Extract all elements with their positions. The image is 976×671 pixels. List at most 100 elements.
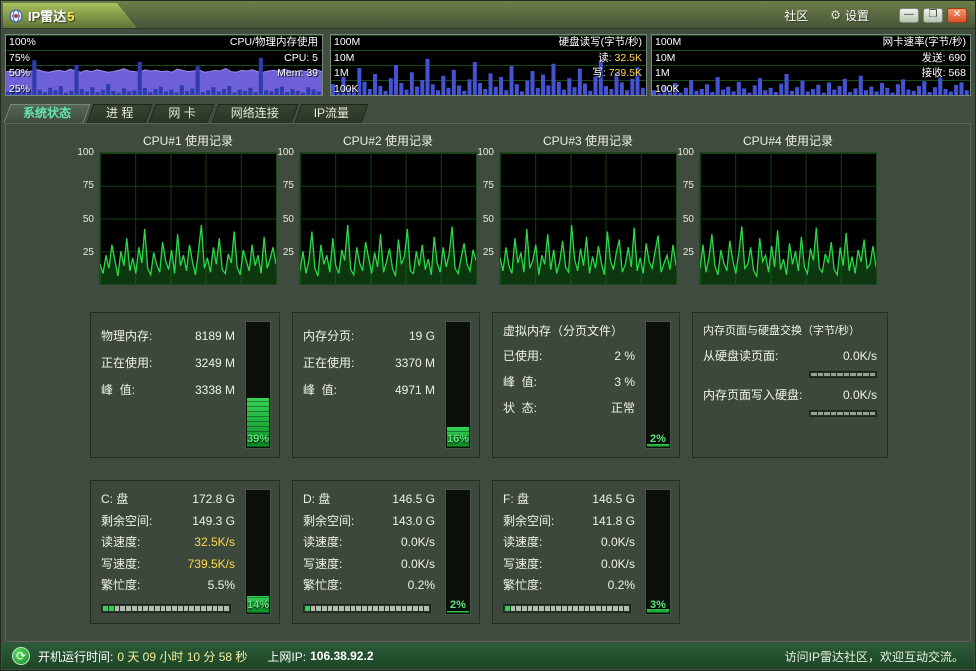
- stat-row: 读速度:0.0K/s: [303, 532, 435, 554]
- uptime-label: 开机运行时间:: [38, 648, 113, 665]
- chart-title: CPU#4 使用记录: [699, 132, 877, 149]
- stat-row: 峰 值:3 %: [503, 369, 635, 395]
- mem-usage-value: Mem: 39: [277, 66, 318, 82]
- disk-f-panel: F: 盘146.5 G 剩余空间:141.8 G 读速度:0.0K/s 写速度:…: [492, 480, 680, 624]
- titlebar-actions: 社区 ⚙ 设置 — ❐ ✕: [784, 1, 967, 29]
- ip-value: 106.38.92.2: [310, 649, 373, 663]
- disk-graph-title: 硬盘读写(字节/秒): [559, 35, 642, 51]
- disk-io-graph: 100M 10M 1M 100K 硬盘读写(字节/秒) 读: 32.5K 写: …: [330, 34, 647, 96]
- physical-memory-panel: 物理内存:8189 M 正在使用:3249 M 峰 值:3338 M 39%: [90, 312, 280, 458]
- stat-row: 已使用:2 %: [503, 343, 635, 369]
- cpu2-history-chart: CPU#2 使用记录 100755025: [277, 130, 479, 292]
- stat-row: F: 盘146.5 G: [503, 489, 635, 511]
- disk-c-busy-meter: [101, 604, 231, 613]
- net-graph-values: 网卡速率(字节/秒) 发送: 690 接收: 568: [883, 35, 966, 82]
- tab-processes[interactable]: 进 程: [90, 104, 149, 123]
- chart-title: CPU#3 使用记录: [499, 132, 677, 149]
- disk-d-busy-meter: [303, 604, 431, 613]
- physical-memory-gauge: 39%: [245, 321, 271, 449]
- stat-row: 繁忙度:0.2%: [503, 575, 635, 597]
- app-title: IP雷达5: [28, 6, 75, 25]
- settings-button[interactable]: ⚙ 设置: [830, 7, 869, 24]
- stat-row: 正在使用:3249 M: [101, 350, 235, 377]
- cpu-usage-value: CPU: 5: [284, 51, 318, 67]
- main-tabs: 系统状态 进 程 网 卡 网络连接 IP流量: [7, 104, 368, 123]
- cpu1-history-plot: [99, 152, 277, 285]
- stat-row: 从硬盘读页面:0.0K/s: [703, 343, 877, 369]
- stat-row: 剩余空间:149.3 G: [101, 511, 235, 533]
- memory-paging-gauge: 16%: [445, 321, 471, 449]
- disk-c-gauge: 14%: [245, 489, 271, 615]
- community-link[interactable]: 社区: [784, 7, 808, 24]
- virtual-memory-panel: 虚拟内存（分页文件） 已使用:2 % 峰 值:3 % 状 态:正常 2%: [492, 312, 680, 458]
- net-graph-y-labels: 100M 10M 1M 100K: [655, 35, 681, 97]
- cpu3-history-plot: [499, 152, 677, 285]
- virtual-memory-gauge: 2%: [645, 321, 671, 449]
- uptime-icon: ⟳: [12, 647, 30, 665]
- statusbar: ⟳ 开机运行时间: 0 天 09 小时 10 分 58 秒 上网IP: 106.…: [2, 643, 974, 669]
- net-send-value: 发送: 690: [922, 51, 966, 67]
- cpu1-history-chart: CPU#1 使用记录 100755025: [77, 130, 279, 292]
- disk-f-busy-meter: [503, 604, 631, 613]
- stat-row: 峰 值:4971 M: [303, 377, 435, 404]
- net-recv-value: 接收: 568: [922, 66, 966, 82]
- y-axis-labels: 100755025: [77, 152, 96, 285]
- disk-read-value: 读: 32.5K: [598, 51, 642, 67]
- minimize-button[interactable]: —: [899, 8, 919, 23]
- stat-row: 剩余空间:143.0 G: [303, 511, 435, 533]
- disk-f-gauge: 3%: [645, 489, 671, 615]
- stat-row: 峰 值:3338 M: [101, 377, 235, 404]
- swap-read-meter: [809, 371, 877, 378]
- chart-title: CPU#1 使用记录: [99, 132, 277, 149]
- maximize-button[interactable]: ❐: [923, 8, 943, 23]
- community-promo-link[interactable]: 访问IP雷达社区，欢迎互动交流。: [785, 648, 964, 665]
- cpu4-history-chart: CPU#4 使用记录 100755025: [677, 130, 879, 292]
- close-button[interactable]: ✕: [947, 8, 967, 23]
- stat-row: 物理内存:8189 M: [101, 323, 235, 350]
- tab-ip-traffic[interactable]: IP流量: [298, 104, 365, 123]
- network-rate-graph: 100M 10M 1M 100K 网卡速率(字节/秒) 发送: 690 接收: …: [651, 34, 971, 96]
- titlebar: IP雷达5 社区 ⚙ 设置 — ❐ ✕: [1, 1, 975, 29]
- settings-label: 设置: [845, 7, 869, 24]
- disk-d-gauge: 2%: [445, 489, 471, 615]
- ip-label: 上网IP:: [267, 648, 306, 665]
- y-axis-labels: 100755025: [277, 152, 296, 285]
- cpu-graph-y-labels: 100% 75% 50% 25%: [9, 35, 36, 97]
- cpu-graph-title: CPU/物理内存使用: [230, 35, 318, 51]
- swap-write-meter: [809, 410, 877, 417]
- swap-io-panel: 内存页面与硬盘交换（字节/秒） 从硬盘读页面:0.0K/s 内存页面写入硬盘:0…: [692, 312, 888, 458]
- disk-write-value: 写: 739.5K: [592, 66, 642, 82]
- tab-network-card[interactable]: 网 卡: [152, 104, 211, 123]
- stat-row: 正在使用:3370 M: [303, 350, 435, 377]
- stat-row: 剩余空间:141.8 G: [503, 511, 635, 533]
- y-axis-labels: 100755025: [677, 152, 696, 285]
- uptime-value: 0 天 09 小时 10 分 58 秒: [117, 648, 247, 665]
- tab-system-status[interactable]: 系统状态: [7, 104, 87, 123]
- stat-row: 写速度:0.0K/s: [503, 554, 635, 576]
- stat-row: C: 盘172.8 G: [101, 489, 235, 511]
- chart-title: CPU#2 使用记录: [299, 132, 477, 149]
- cpu2-history-plot: [299, 152, 477, 285]
- stat-row: 内存分页:19 G: [303, 323, 435, 350]
- stat-row: 写速度:0.0K/s: [303, 554, 435, 576]
- cpu3-history-chart: CPU#3 使用记录 100755025: [477, 130, 679, 292]
- disk-graph-values: 硬盘读写(字节/秒) 读: 32.5K 写: 739.5K: [559, 35, 642, 82]
- stat-row: 繁忙度:0.2%: [303, 575, 435, 597]
- system-status-content: CPU#1 使用记录 100755025 CPU#2 使用记录 10075502…: [5, 123, 971, 642]
- stat-row: 内存页面写入硬盘:0.0K/s: [703, 382, 877, 408]
- stat-row: 繁忙度:5.5%: [101, 575, 235, 597]
- panel-title: 虚拟内存（分页文件）: [503, 319, 635, 343]
- memory-paging-panel: 内存分页:19 G 正在使用:3370 M 峰 值:4971 M 16%: [292, 312, 480, 458]
- stat-row: D: 盘146.5 G: [303, 489, 435, 511]
- logo-icon: [9, 9, 23, 23]
- cpu-memory-graph: 100% 75% 50% 25% CPU/物理内存使用 CPU: 5 Mem: …: [5, 34, 323, 96]
- y-axis-labels: 100755025: [477, 152, 496, 285]
- stat-row: 状 态:正常: [503, 395, 635, 421]
- stat-row: 写速度:739.5K/s: [101, 554, 235, 576]
- disk-c-panel: C: 盘172.8 G 剩余空间:149.3 G 读速度:32.5K/s 写速度…: [90, 480, 280, 624]
- cpu-graph-values: CPU/物理内存使用 CPU: 5 Mem: 39: [230, 35, 318, 82]
- tab-network-connections[interactable]: 网络连接: [215, 104, 295, 123]
- app-window: IP雷达5 社区 ⚙ 设置 — ❐ ✕ 100% 75% 50% 25% CPU…: [0, 0, 976, 671]
- cpu4-history-plot: [699, 152, 877, 285]
- stat-row: 读速度:32.5K/s: [101, 532, 235, 554]
